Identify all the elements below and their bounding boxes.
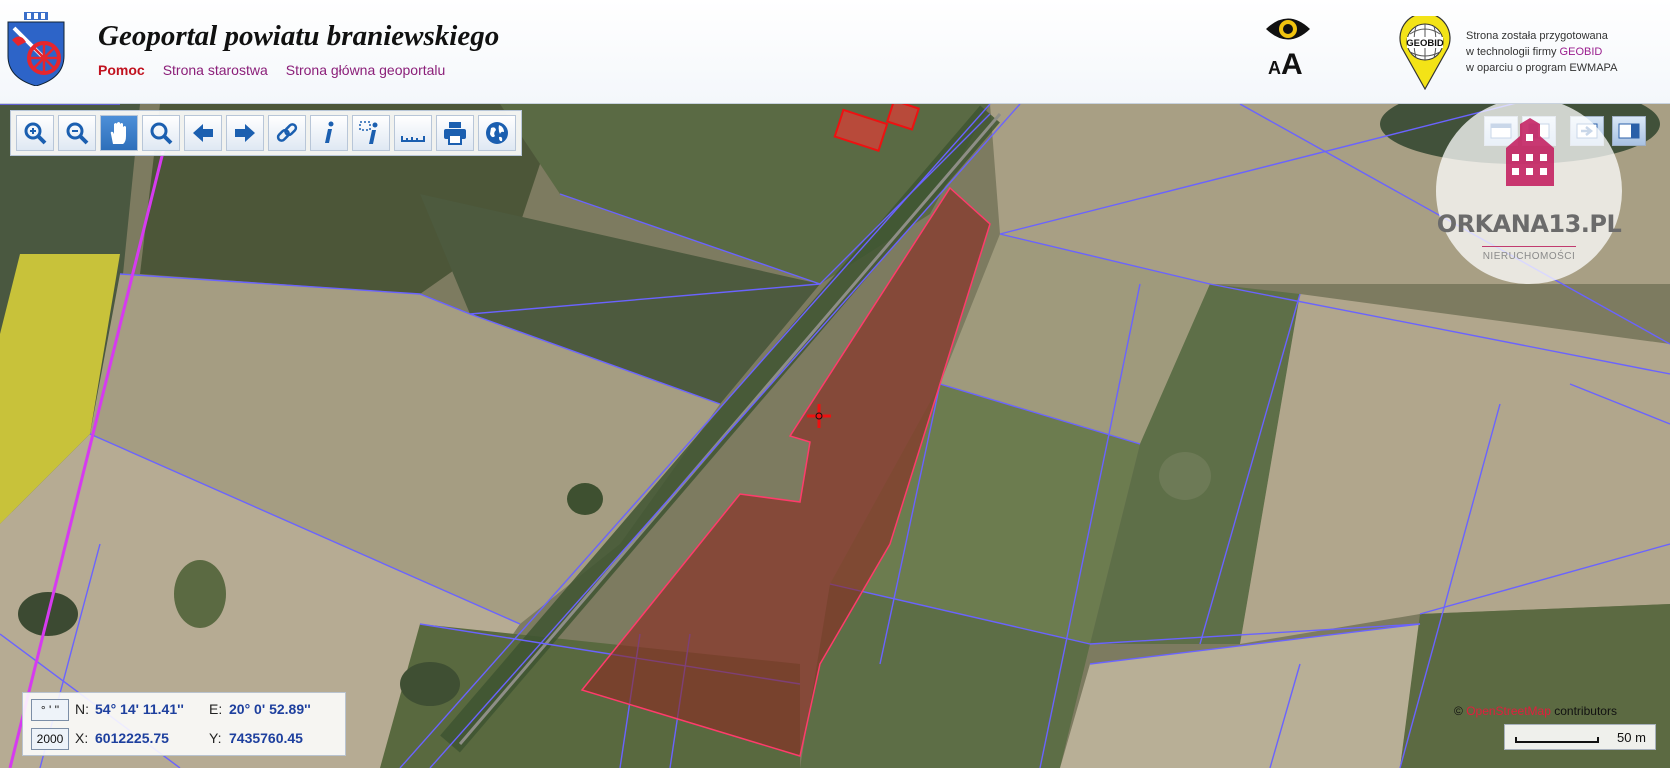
scale-bar-line — [1515, 737, 1599, 743]
coord-format-button[interactable]: ° ' '' — [31, 699, 69, 721]
map-toolbar — [10, 110, 522, 156]
info-select-button[interactable] — [352, 115, 390, 151]
measure-button[interactable] — [394, 115, 432, 151]
orkana-watermark: ORKANA13.PL NIERUCHOMOŚCI — [1436, 104, 1622, 284]
globe-button[interactable] — [478, 115, 516, 151]
coord-system-button[interactable]: 2000 — [31, 728, 69, 750]
zoom-in-icon — [24, 122, 47, 145]
credits-line-3: w oparciu o program EWMAPA — [1466, 62, 1618, 74]
orthophoto-layer[interactable] — [0, 104, 1670, 768]
globe-icon — [486, 122, 508, 144]
map-attribution: © OpenStreetMap contributors — [1454, 704, 1617, 718]
back-arrow-icon — [193, 124, 213, 142]
credits-prefix: w technologii firmy — [1466, 46, 1557, 58]
x-label: X: — [75, 730, 89, 746]
measure-ruler-icon — [401, 136, 425, 142]
side-panel-button[interactable] — [1612, 116, 1646, 146]
pan-hand-icon — [110, 122, 126, 144]
y-value: 7435760.45 — [229, 730, 303, 746]
print-button[interactable] — [436, 115, 474, 151]
e-value: 20° 0' 52.89'' — [229, 701, 311, 717]
map-view[interactable]: ORKANA13.PL NIERUCHOMOŚCI ° ' '' 2000 N:… — [0, 104, 1670, 768]
font-small-label: A — [1268, 58, 1281, 78]
vendor-credits: Strona została przygotowana w technologi… — [1466, 28, 1617, 76]
starostwo-link[interactable]: Strona starostwa — [163, 62, 268, 78]
zoom-extent-icon — [150, 122, 173, 145]
osm-link[interactable]: OpenStreetMap — [1466, 704, 1551, 718]
geoportal-home-link[interactable]: Strona główna geoportalu — [286, 62, 446, 78]
font-size-toggle[interactable]: AA — [1268, 50, 1303, 80]
header: Geoportal powiatu braniewskiego Pomoc St… — [0, 0, 1670, 104]
contributors-text: contributors — [1554, 704, 1617, 718]
credits-line-1: Strona została przygotowana — [1466, 30, 1608, 42]
watermark-subtitle: NIERUCHOMOŚCI — [1482, 251, 1576, 262]
e-label: E: — [209, 701, 223, 717]
credits-brand[interactable]: GEOBID — [1560, 46, 1603, 58]
font-big-label: A — [1281, 48, 1303, 81]
page-title: Geoportal powiatu braniewskiego — [98, 20, 500, 52]
zoom-out-icon — [66, 122, 89, 145]
help-link[interactable]: Pomoc — [98, 62, 145, 78]
print-icon — [444, 122, 466, 145]
scale-label: 50 m — [1617, 730, 1646, 745]
watermark-brand: ORKANA13.PL — [1436, 210, 1622, 238]
zoom-extent-button[interactable] — [142, 115, 180, 151]
info-select-icon — [359, 121, 378, 144]
credits-line-2: w technologii firmy GEOBID — [1466, 44, 1617, 60]
zoom-out-button[interactable] — [58, 115, 96, 151]
coordinates-panel: ° ' '' 2000 N: 54° 14' 11.41'' E: 20° 0'… — [22, 692, 346, 756]
contrast-eye-icon[interactable] — [1264, 14, 1312, 44]
side-panel-icon — [1618, 123, 1640, 139]
x-value: 6012225.75 — [95, 730, 169, 746]
forward-arrow-icon — [235, 124, 255, 142]
pan-button[interactable] — [100, 115, 138, 151]
county-crest-logo — [7, 12, 65, 86]
geobid-logo-text: GEOBID — [1406, 38, 1444, 49]
scale-bar: 50 m — [1504, 724, 1656, 750]
link-button[interactable] — [268, 115, 306, 151]
n-label: N: — [75, 701, 89, 717]
zoom-in-button[interactable] — [16, 115, 54, 151]
watermark-divider — [1482, 246, 1576, 247]
link-icon — [276, 123, 298, 142]
field-far-east — [1240, 294, 1670, 644]
copyright-symbol: © — [1454, 704, 1463, 718]
geobid-logo[interactable]: GEOBID — [1398, 16, 1452, 90]
info-button[interactable] — [310, 115, 348, 151]
y-label: Y: — [209, 730, 222, 746]
accessibility-controls: AA — [1262, 14, 1316, 84]
n-value: 54° 14' 11.41'' — [95, 701, 184, 717]
header-nav: Pomoc Strona starostwa Strona główna geo… — [98, 62, 445, 78]
forward-button[interactable] — [226, 115, 264, 151]
info-icon — [325, 121, 334, 143]
house-logo-icon — [1506, 118, 1554, 186]
geoportal-app: Geoportal powiatu braniewskiego Pomoc St… — [0, 0, 1670, 768]
back-button[interactable] — [184, 115, 222, 151]
